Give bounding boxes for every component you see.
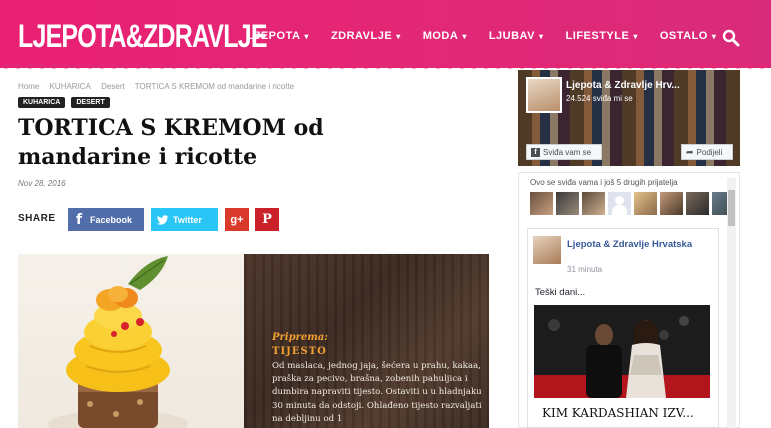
- article-date: Nov 28, 2016: [18, 179, 66, 188]
- post-author[interactable]: Ljepota & Zdravlje Hrvatska: [567, 238, 707, 251]
- post-author-avatar[interactable]: [533, 236, 561, 264]
- post-photo: [534, 305, 710, 398]
- friend-avatar[interactable]: [660, 192, 683, 215]
- twitter-share-label: Twitter: [173, 214, 202, 225]
- tag-kuharica[interactable]: KUHARICA: [18, 97, 66, 108]
- facebook-share-page-button[interactable]: ➦ Podijeli: [681, 144, 733, 160]
- feed-scrollbar-thumb[interactable]: [728, 190, 735, 226]
- share-arrow-icon: ➦: [686, 146, 694, 157]
- chevron-down-icon: ▾: [633, 32, 638, 41]
- friend-avatar[interactable]: [582, 192, 605, 215]
- recipe-text: Od maslaca, jednog jaja, šećera u prahu,…: [272, 361, 482, 424]
- recipe-wood-panel: Priprema: TIJESTO Od maslaca, jednog jaj…: [244, 254, 489, 428]
- nav-item-lifestyle[interactable]: LIFESTYLE ▾: [566, 30, 638, 42]
- breadcrumb-current: TORTICA S KREMOM od mandarine i ricotte: [134, 82, 295, 91]
- chevron-down-icon: ▾: [711, 32, 717, 41]
- cupcake-photo: [18, 254, 244, 428]
- pinterest-icon: P: [262, 212, 272, 227]
- facebook-page-avatar[interactable]: [526, 77, 562, 113]
- facebook-page-name[interactable]: Ljepota & Zdravlje Hrv...: [566, 80, 680, 91]
- facebook-like-button[interactable]: f Sviđa vam se: [526, 144, 602, 160]
- chevron-down-icon: ▾: [539, 32, 544, 41]
- breadcrumb-home[interactable]: Home: [18, 82, 39, 91]
- friend-avatar[interactable]: [530, 192, 553, 215]
- site-header: LJEPOTA&ZDRAVLJE LJEPOTA ▾ ZDRAVLJE ▾ MODA…: [0, 0, 771, 72]
- post-headline: KIM KARDASHIAN IZV...: [542, 406, 694, 420]
- nav-item-ljubav[interactable]: LJUBAV ▾: [489, 30, 544, 42]
- recipe-heading: TIJESTO: [272, 346, 327, 357]
- site-logo[interactable]: LJEPOTA&ZDRAVLJE: [18, 18, 267, 55]
- twitter-share-button[interactable]: Twitter: [151, 208, 218, 231]
- chevron-down-icon: ▾: [396, 32, 401, 41]
- search-icon[interactable]: [722, 29, 740, 47]
- facebook-friends-text: Ovo se sviđa vama i još 5 drugih prijate…: [530, 178, 678, 187]
- chevron-down-icon: ▾: [462, 32, 467, 41]
- cupcake-illustration: [48, 256, 188, 428]
- post-timestamp[interactable]: 31 minuta: [567, 265, 602, 274]
- facebook-likes-count: 24.524 sviđa mi se: [566, 94, 633, 103]
- article-hero-image: Priprema: TIJESTO Od maslaca, jednog jaj…: [18, 254, 489, 428]
- facebook-share-button[interactable]: f Facebook: [68, 208, 144, 231]
- friend-avatar[interactable]: [634, 192, 657, 215]
- googleplus-icon: g+: [230, 213, 244, 226]
- twitter-icon: [156, 214, 169, 225]
- breadcrumb-kuharica[interactable]: KUHARICA: [50, 82, 91, 91]
- post-image[interactable]: [534, 305, 710, 398]
- nav-item-ljepota[interactable]: LJEPOTA ▾: [247, 30, 309, 42]
- facebook-icon: f: [531, 147, 540, 157]
- tag-desert[interactable]: DESERT: [71, 97, 110, 108]
- chevron-down-icon: ▾: [304, 32, 309, 41]
- share-label: SHARE: [18, 213, 56, 224]
- breadcrumb-desert[interactable]: Desert: [101, 82, 125, 91]
- facebook-share-page-label: Podijeli: [696, 147, 723, 157]
- pinterest-share-button[interactable]: P: [255, 208, 279, 231]
- recipe-label: Priprema:: [272, 332, 328, 343]
- breadcrumb: Home KUHARICA Desert TORTICA S KREMOM od…: [18, 82, 302, 91]
- post-text: Teški dani...: [535, 287, 586, 298]
- facebook-like-label: Sviđa vam se: [543, 147, 592, 157]
- googleplus-share-button[interactable]: g+: [225, 208, 249, 231]
- friend-avatar[interactable]: [686, 192, 709, 215]
- facebook-share-label: Facebook: [90, 214, 133, 225]
- nav-item-ostalo[interactable]: OSTALO ▾: [660, 30, 717, 42]
- category-tags: KUHARICA DESERT: [18, 97, 110, 108]
- article-title: TORTICA S KREMOM od mandarine i ricotte: [18, 115, 324, 170]
- nav-item-zdravlje[interactable]: ZDRAVLJE ▾: [331, 30, 401, 42]
- friend-avatar[interactable]: [608, 192, 631, 215]
- nav-item-moda[interactable]: MODA ▾: [423, 30, 467, 42]
- facebook-icon: f: [75, 211, 83, 228]
- friend-avatar[interactable]: [556, 192, 579, 215]
- friends-avatars: [530, 192, 735, 215]
- main-nav: LJEPOTA ▾ ZDRAVLJE ▾ MODA ▾ LJUBAV ▾ LIFESTY…: [247, 30, 738, 42]
